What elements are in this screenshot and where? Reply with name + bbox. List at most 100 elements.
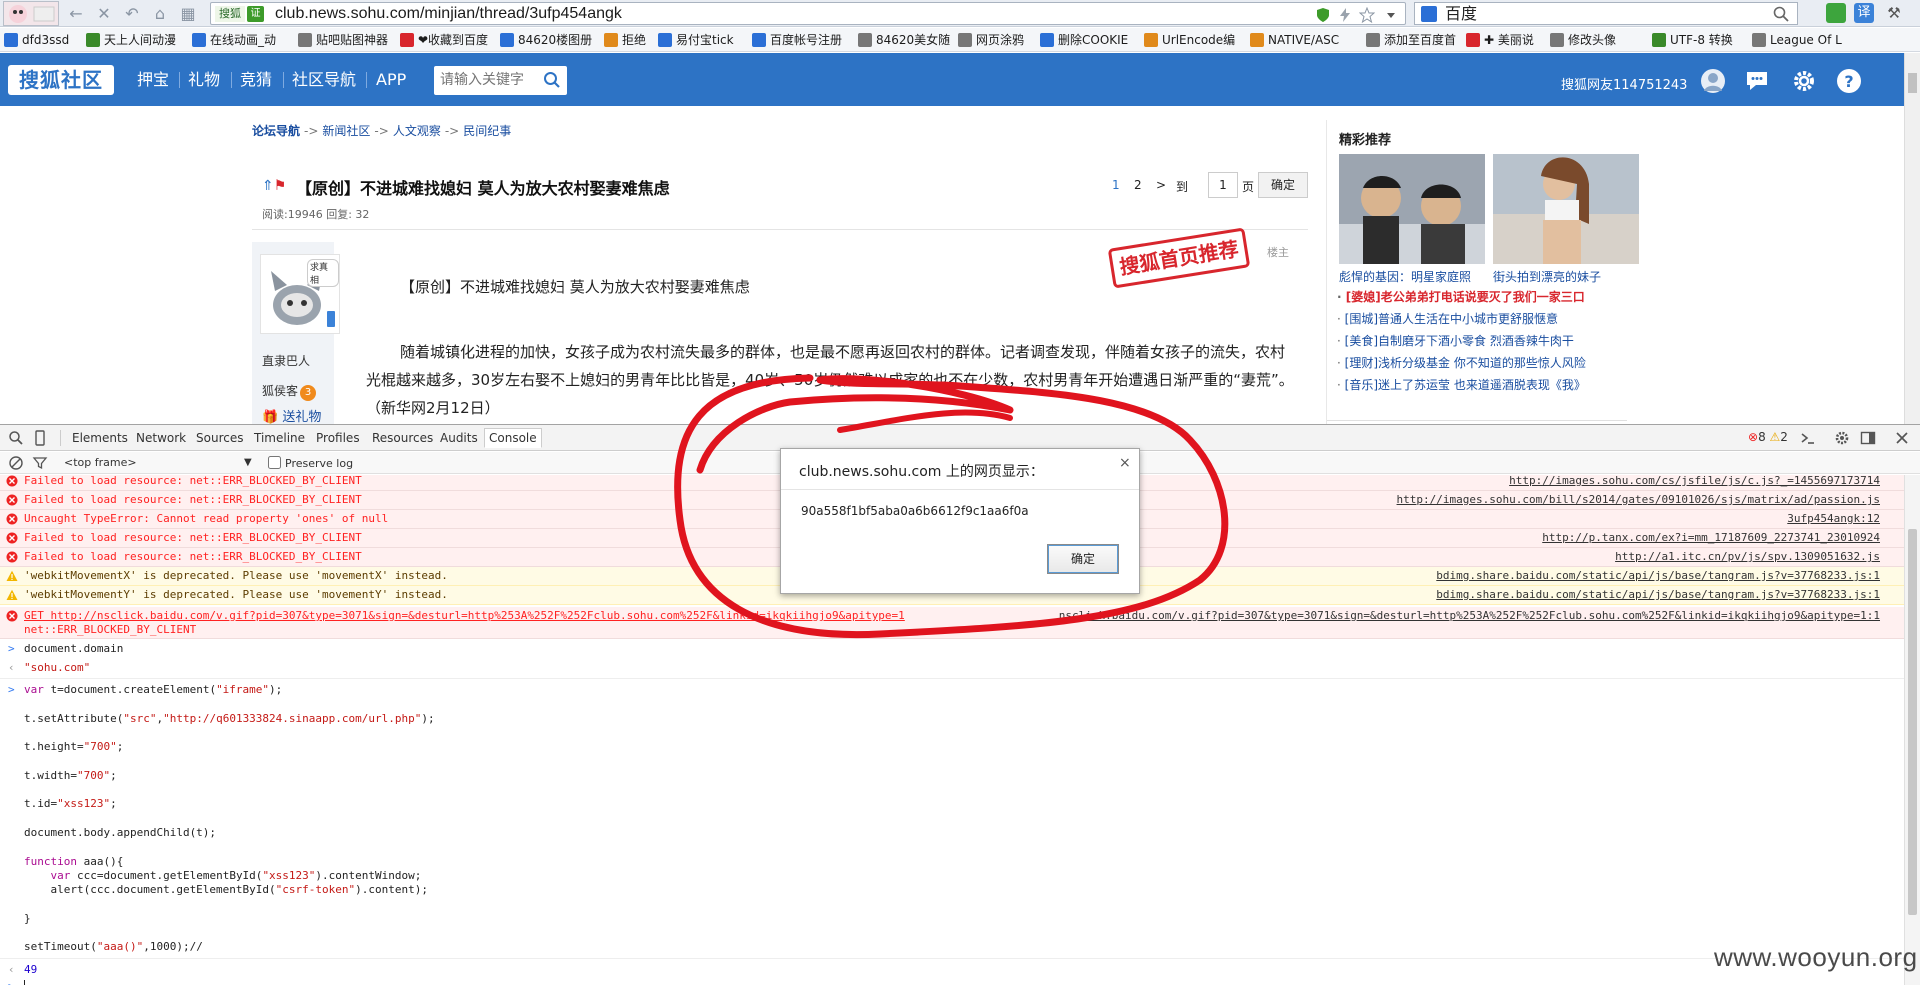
user-name[interactable]: 搜狐网友114751243	[1561, 74, 1687, 93]
bookmark-item[interactable]: ✚ 美丽说	[1466, 32, 1534, 48]
shield-icon[interactable]	[1315, 7, 1331, 23]
console-drawer-icon[interactable]	[1800, 430, 1816, 446]
close-devtools-icon[interactable]	[1894, 430, 1910, 446]
bookmark-item[interactable]: 网页涂鸦	[958, 32, 1024, 48]
tiles-icon[interactable]: ▦	[178, 3, 198, 23]
search-icon[interactable]	[543, 71, 561, 89]
settings-gear-icon[interactable]	[1791, 68, 1817, 94]
recommend-image-street[interactable]	[1493, 154, 1639, 264]
bookmark-item[interactable]: 84620楼图册	[500, 32, 592, 48]
console-input-caret[interactable]	[24, 980, 25, 985]
filter-icon[interactable]	[32, 455, 48, 471]
bookmark-item[interactable]: NATIVE/ASC	[1250, 32, 1339, 48]
author-name[interactable]: 直隶巴人	[262, 352, 310, 369]
send-gift-link[interactable]: 🎁 送礼物	[262, 406, 321, 425]
breadcrumb-humanities[interactable]: 人文观察	[393, 124, 441, 138]
bookmark-item[interactable]: 拒绝	[604, 32, 646, 48]
address-bar[interactable]: 搜狐 证 club.news.sohu.com/minjian/thread/3…	[210, 2, 1406, 25]
nav-link-yabao[interactable]: 押宝	[137, 70, 169, 90]
console-message-source[interactable]: bdimg.share.baidu.com/static/api/js/base…	[1436, 567, 1880, 585]
site-search-input[interactable]	[440, 70, 536, 90]
nav-link-guess[interactable]: 竞猜	[240, 70, 272, 90]
bookmark-item[interactable]: dfd3ssd	[4, 32, 69, 48]
bookmark-item[interactable]: 在线动画_动	[192, 32, 276, 48]
breadcrumb-news-club[interactable]: 新闻社区	[322, 124, 370, 138]
bookmark-item[interactable]: 修改头像	[1550, 32, 1616, 48]
devtools-settings-icon[interactable]	[1834, 430, 1850, 446]
page-1[interactable]: 1	[1112, 178, 1120, 192]
help-icon[interactable]: ?	[1836, 68, 1862, 94]
preserve-log-toggle[interactable]: Preserve log	[268, 456, 353, 470]
sohu-club-logo[interactable]: 搜狐社区	[8, 65, 114, 95]
get-request-source[interactable]: nsclick.baidu.com/v.gif?pid=307&type=307…	[1059, 607, 1880, 625]
tab-profiles[interactable]: Profiles	[312, 429, 364, 449]
console-message-source[interactable]: http://a1.itc.cn/pv/js/spv.1309051632.js	[1615, 548, 1880, 566]
recommend-list-item[interactable]: [理财]浅析分级基金 你不知道的那些惊人风险	[1337, 354, 1586, 371]
recommend-list-item[interactable]: [美食]自制磨牙下酒小零食 烈酒香辣牛肉干	[1337, 332, 1574, 349]
bookmark-item[interactable]: UTF-8 转换	[1652, 32, 1733, 48]
dropdown-icon[interactable]	[1383, 7, 1399, 23]
recommend-list-item[interactable]: [围城]普通人生活在中小城市更舒服惬意	[1337, 310, 1558, 327]
bookmark-item[interactable]: 84620美女随	[858, 32, 950, 48]
recommend-image-family[interactable]	[1339, 154, 1485, 264]
console-message-source[interactable]: http://p.tanx.com/ex?i=mm_17187609_22737…	[1542, 529, 1880, 547]
alert-ok-button[interactable]: 确定	[1047, 544, 1119, 574]
tab-console[interactable]: Console	[484, 428, 542, 448]
console-message-source[interactable]: http://images.sohu.com/cs/jsfile/js/c.js…	[1509, 475, 1880, 490]
bookmark-item[interactable]: 百度帐号注册	[752, 32, 842, 48]
recommend-caption-2[interactable]: 街头拍到漂亮的妹子	[1493, 268, 1601, 285]
clear-console-icon[interactable]	[8, 455, 24, 471]
author-avatar[interactable]: 求真相	[260, 254, 340, 334]
page-2[interactable]: 2	[1134, 178, 1142, 192]
dock-side-icon[interactable]	[1860, 430, 1876, 446]
tab-audits[interactable]: Audits	[436, 429, 482, 449]
bookmark-item[interactable]: UrlEncode编	[1144, 32, 1235, 48]
console-message-source[interactable]: 3ufp454angk:12	[1787, 510, 1880, 528]
browser-search[interactable]: 百度	[1414, 2, 1798, 25]
recommend-list-item[interactable]: [音乐]迷上了苏运莹 也来道遥酒脱表现《我》	[1337, 376, 1586, 393]
issue-counts[interactable]: ⊗8 ⚠2	[1748, 430, 1788, 444]
security-icon[interactable]	[1826, 3, 1846, 23]
bookmark-item[interactable]: 添加至百度首	[1366, 32, 1456, 48]
page-go-button[interactable]: 确定	[1258, 172, 1308, 198]
nav-link-app[interactable]: APP	[376, 70, 406, 90]
preserve-log-checkbox[interactable]	[268, 456, 281, 469]
nav-link-community[interactable]: 社区导航	[292, 70, 356, 90]
device-mode-icon[interactable]	[32, 430, 48, 446]
bookmark-item[interactable]: 易付宝tick	[658, 32, 734, 48]
breadcrumb-folk-record[interactable]: 民间纪事	[463, 124, 511, 138]
console-message-source[interactable]: bdimg.share.baidu.com/static/api/js/base…	[1436, 586, 1880, 604]
breadcrumb-forum-nav[interactable]: 论坛导航	[252, 124, 300, 138]
recommend-list-item[interactable]: [婆媳]老公弟弟打电话说要灭了我们一家三口	[1337, 288, 1585, 305]
profile-avatar[interactable]	[3, 1, 59, 26]
tab-network[interactable]: Network	[132, 429, 190, 449]
back-icon[interactable]: ←	[66, 3, 86, 23]
page-input[interactable]: 1	[1208, 172, 1238, 198]
user-avatar-icon[interactable]	[1700, 68, 1726, 94]
bookmark-item[interactable]: 贴吧贴图神器	[298, 32, 388, 48]
star-icon[interactable]	[1359, 7, 1375, 23]
nav-link-gift[interactable]: 礼物	[188, 70, 220, 90]
inspect-search-icon[interactable]	[8, 430, 24, 446]
bookmark-item[interactable]: ❤收藏到百度	[400, 32, 488, 48]
console-message-source[interactable]: http://images.sohu.com/bill/s2014/gates/…	[1397, 491, 1880, 509]
tab-timeline[interactable]: Timeline	[250, 429, 309, 449]
tab-elements[interactable]: Elements	[68, 429, 132, 449]
undo-icon[interactable]: ↶	[122, 3, 142, 23]
home-icon[interactable]: ⌂	[150, 3, 170, 23]
close-icon[interactable]: ×	[1119, 455, 1131, 471]
message-icon[interactable]	[1744, 68, 1770, 94]
page-scrollbar[interactable]	[1904, 53, 1920, 424]
frame-selector[interactable]: <top frame>	[64, 456, 137, 469]
stop-icon[interactable]: ✕	[94, 3, 114, 23]
bookmark-item[interactable]: 删除COOKIE	[1040, 32, 1128, 48]
console-scrollbar[interactable]	[1904, 475, 1920, 985]
tab-resources[interactable]: Resources	[368, 429, 437, 449]
tools-icon[interactable]: ⚒	[1884, 3, 1904, 23]
recommend-caption-1[interactable]: 彪悍的基因：明星家庭照	[1339, 268, 1471, 285]
search-icon[interactable]	[1773, 6, 1789, 22]
bookmark-item[interactable]: League Of L	[1752, 32, 1842, 48]
bookmark-item[interactable]: 天上人间动漫	[86, 32, 176, 48]
certificate-icon[interactable]: 证	[247, 6, 264, 22]
translate-icon[interactable]: 译	[1854, 3, 1874, 23]
